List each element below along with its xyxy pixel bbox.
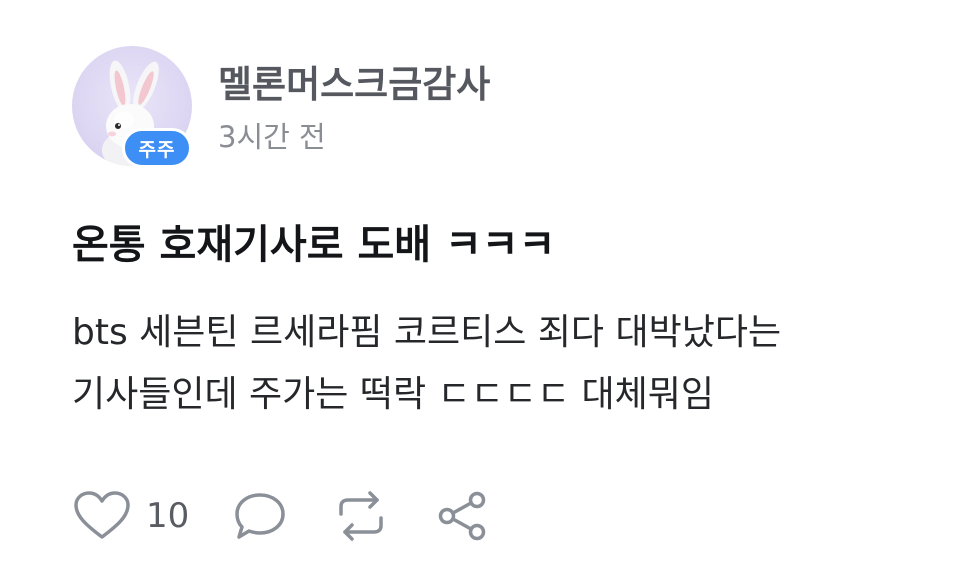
comment-button[interactable] [233, 490, 287, 542]
author-avatar[interactable]: 주주 [72, 46, 192, 168]
share-icon [435, 490, 491, 542]
post-body: bts 세븐틴 르세라핌 코르티스 죄다 대박났다는 기사들인데 주가는 떡락 … [72, 302, 942, 426]
post-title: 온통 호재기사로 도배 ㅋㅋㅋ [72, 222, 556, 268]
share-button[interactable] [435, 490, 491, 542]
repost-button[interactable] [331, 490, 391, 542]
post-card: 주주 멜론머스크금감사 3시간 전 온통 호재기사로 도배 ㅋㅋㅋ bts 세븐… [0, 0, 960, 562]
action-bar: 10 [72, 488, 491, 544]
post-body-line: bts 세븐틴 르세라핌 코르티스 죄다 대박났다는 [72, 312, 782, 353]
shareholder-badge: 주주 [122, 128, 192, 168]
comment-bubble-icon [233, 490, 287, 542]
author-name[interactable]: 멜론머스크금감사 [218, 54, 490, 108]
post-body-line: 기사들인데 주가는 떡락 ㄷㄷㄷㄷ 대체뭐임 [72, 374, 714, 415]
post-time: 3시간 전 [218, 120, 326, 154]
heart-icon [72, 490, 132, 542]
repost-icon [331, 490, 391, 542]
like-count: 10 [146, 496, 190, 536]
like-button[interactable]: 10 [72, 490, 189, 542]
